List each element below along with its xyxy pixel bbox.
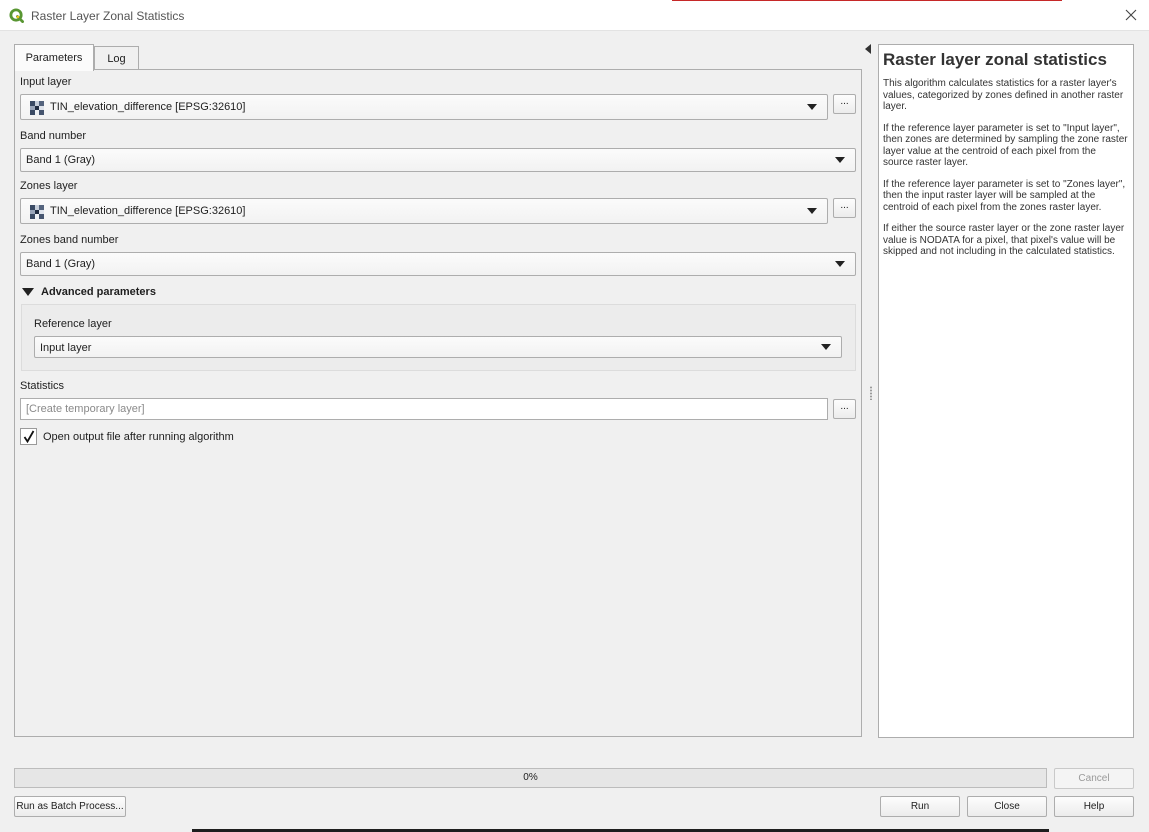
zones-band-number-label: Zones band number <box>20 234 119 246</box>
help-panel: Raster layer zonal statistics This algor… <box>878 44 1134 738</box>
input-layer-combo[interactable]: TIN_elevation_difference [EPSG:32610] <box>20 94 828 120</box>
reference-layer-label: Reference layer <box>34 318 112 330</box>
advanced-parameters-label: Advanced parameters <box>41 286 156 298</box>
reference-layer-value: Input layer <box>40 342 92 354</box>
progress-text: 0% <box>523 772 538 783</box>
help-button[interactable]: Help <box>1054 796 1134 817</box>
zones-band-number-value: Band 1 (Gray) <box>26 258 96 270</box>
chevron-down-icon <box>835 261 845 267</box>
chevron-down-icon <box>807 208 817 214</box>
chevron-down-icon <box>835 157 845 163</box>
collapse-help-arrow-icon[interactable] <box>865 44 871 54</box>
collapse-triangle-icon <box>22 288 34 296</box>
zones-layer-combo[interactable]: TIN_elevation_difference [EPSG:32610] <box>20 198 828 224</box>
statistics-label: Statistics <box>20 380 65 392</box>
run-as-batch-button[interactable]: Run as Batch Process... <box>14 796 126 817</box>
title-bar: Raster Layer Zonal Statistics <box>0 0 1149 31</box>
input-layer-label: Input layer <box>20 76 72 88</box>
statistics-output-field[interactable] <box>20 398 828 420</box>
input-layer-browse-button[interactable]: ... <box>833 94 856 114</box>
band-number-value: Band 1 (Gray) <box>26 154 96 166</box>
checkmark-icon <box>23 430 35 443</box>
tab-parameters[interactable]: Parameters <box>14 44 94 71</box>
cancel-button[interactable]: Cancel <box>1054 768 1134 789</box>
tab-log[interactable]: Log <box>94 46 139 70</box>
help-paragraph: If the reference layer parameter is set … <box>883 178 1126 213</box>
run-button[interactable]: Run <box>880 796 960 817</box>
close-window-icon[interactable] <box>1122 6 1140 24</box>
reference-layer-combo[interactable]: Input layer <box>34 336 842 358</box>
help-paragraph: This algorithm calculates statistics for… <box>883 78 1124 112</box>
statistics-output-input[interactable] <box>21 399 827 419</box>
splitter-handle[interactable] <box>870 386 872 400</box>
close-button[interactable]: Close <box>967 796 1047 817</box>
band-number-combo[interactable]: Band 1 (Gray) <box>20 148 856 172</box>
zones-layer-value: TIN_elevation_difference [EPSG:32610] <box>50 205 246 217</box>
qgis-logo-icon <box>9 8 24 23</box>
tab-parameters-label: Parameters <box>25 52 83 64</box>
help-paragraph: If the reference layer parameter is set … <box>883 122 1128 169</box>
help-title: Raster layer zonal statistics <box>883 50 1107 69</box>
raster-layer-icon <box>30 101 44 115</box>
open-output-checkbox[interactable] <box>20 428 37 445</box>
tab-log-label: Log <box>107 52 126 65</box>
advanced-parameters-toggle[interactable]: Advanced parameters <box>22 286 156 298</box>
raster-layer-icon <box>30 205 44 219</box>
help-paragraph: If either the source raster layer or the… <box>883 223 1125 257</box>
zones-band-number-combo[interactable]: Band 1 (Gray) <box>20 252 856 276</box>
band-number-label: Band number <box>20 130 87 142</box>
open-output-label: Open output file after running algorithm <box>43 431 234 443</box>
window-title: Raster Layer Zonal Statistics <box>31 9 185 23</box>
progress-bar: 0% <box>14 768 1047 788</box>
statistics-browse-button[interactable]: ... <box>833 399 856 419</box>
zones-layer-browse-button[interactable]: ... <box>833 198 856 218</box>
chevron-down-icon <box>807 104 817 110</box>
background-window-edge <box>672 0 1062 1</box>
input-layer-value: TIN_elevation_difference [EPSG:32610] <box>50 101 246 113</box>
chevron-down-icon <box>821 344 831 350</box>
zones-layer-label: Zones layer <box>20 180 78 192</box>
